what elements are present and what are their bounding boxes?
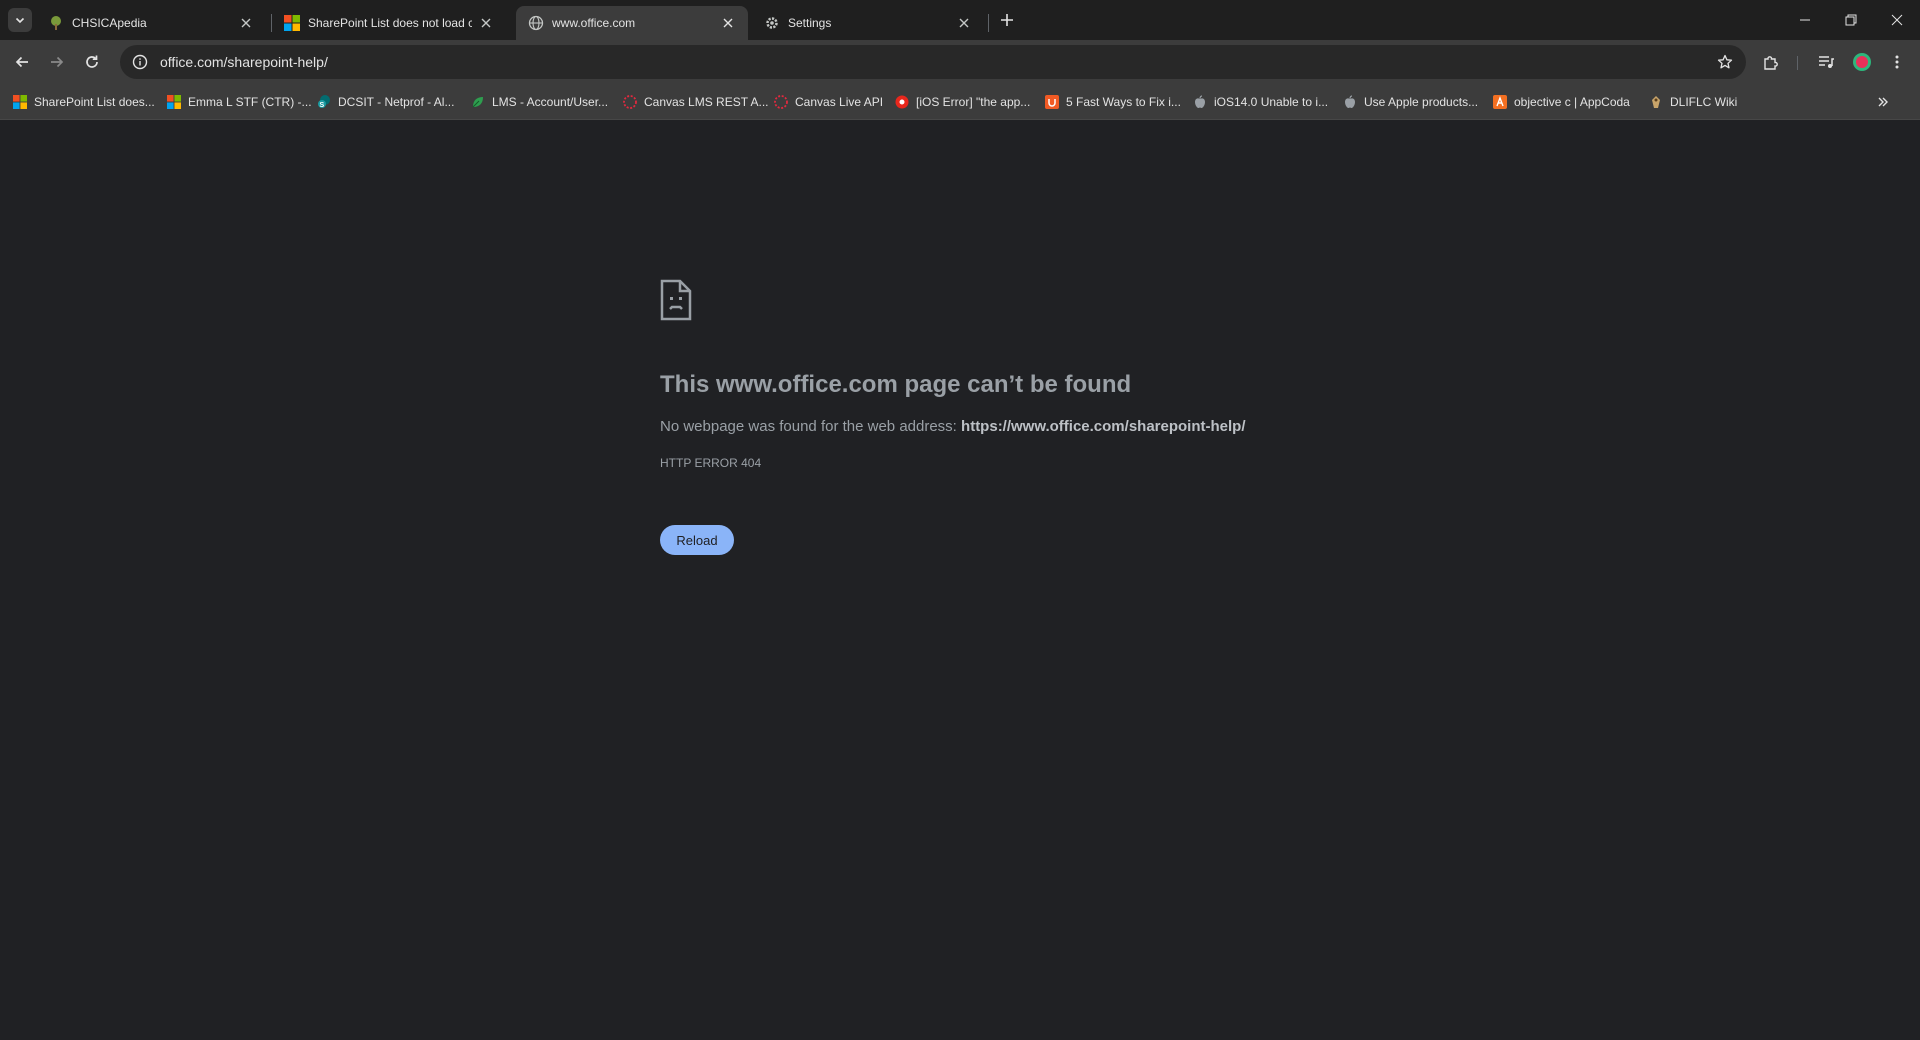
bookmark-item[interactable]: Canvas Live API: [773, 92, 883, 112]
tab-chsicapedia[interactable]: CHSICApedia: [36, 6, 266, 40]
tab-strip: CHSICApedia SharePoint List does not loa…: [0, 0, 1920, 40]
arrow-right-icon: [51, 56, 64, 68]
bookmark-label: Use Apple products...: [1364, 95, 1479, 109]
error-page: This www.office.com page can’t be found …: [0, 121, 1920, 1040]
puzzle-icon: [1764, 56, 1778, 70]
close-icon: [1891, 14, 1903, 26]
tab-title: CHSICApedia: [72, 16, 147, 30]
red-circle-icon: [894, 94, 910, 110]
forward-button[interactable]: [43, 48, 71, 76]
green-leaf-icon: [470, 94, 486, 110]
bookmarks-overflow-button[interactable]: [1872, 92, 1894, 112]
chevron-down-icon: [15, 17, 25, 24]
close-window-button[interactable]: [1874, 0, 1920, 40]
bookmarks-bar: SharePoint List does... Emma L STF (CTR)…: [0, 84, 1920, 120]
bookmark-item[interactable]: Use Apple products...: [1342, 92, 1478, 112]
close-icon[interactable]: [720, 15, 736, 31]
sharepoint-icon: S: [316, 94, 332, 110]
more-vertical-icon: [1895, 55, 1899, 69]
sad-page-icon: [660, 279, 692, 321]
profile-button[interactable]: [1848, 48, 1876, 76]
bookmark-label: DCSIT - Netprof - Al...: [338, 95, 455, 109]
bookmark-item[interactable]: SharePoint List does...: [12, 92, 155, 112]
bookmark-label: iOS14.0 Unable to i...: [1214, 95, 1329, 109]
tab-office[interactable]: www.office.com: [516, 6, 748, 40]
wiki-icon: [1648, 94, 1664, 110]
back-button[interactable]: [8, 48, 36, 76]
tab-divider: [988, 14, 989, 32]
bookmark-label: Canvas LMS REST A...: [644, 95, 769, 109]
queue-music-icon: [1819, 56, 1834, 68]
bookmark-label: 5 Fast Ways to Fix i...: [1066, 95, 1181, 109]
bookmark-label: DLIFLC Wiki: [1670, 95, 1738, 109]
bookmark-label: LMS - Account/User...: [492, 95, 609, 109]
extensions-button[interactable]: [1757, 48, 1785, 76]
microsoft-logo-icon: [284, 15, 300, 31]
bookmark-item[interactable]: objective c | AppCoda: [1492, 92, 1630, 112]
apple-icon: [1342, 94, 1358, 110]
bookmark-label: SharePoint List does...: [34, 95, 155, 109]
address-bar[interactable]: office.com/sharepoint-help/: [120, 45, 1746, 79]
tab-search-button[interactable]: [8, 8, 32, 32]
tree-icon: [48, 15, 64, 31]
profile-avatar-icon: [1853, 53, 1871, 71]
apple-icon: [1192, 94, 1208, 110]
close-icon[interactable]: [956, 15, 972, 31]
bookmark-item[interactable]: S DCSIT - Netprof - Al...: [316, 92, 454, 112]
tab-title: Settings: [788, 16, 832, 30]
tab-settings[interactable]: Settings: [752, 6, 984, 40]
restore-icon: [1845, 14, 1857, 26]
microsoft-logo-icon: [166, 94, 182, 110]
gear-icon: [764, 15, 780, 31]
bookmark-label: Emma L STF (CTR) -...: [188, 95, 312, 109]
minimize-button[interactable]: [1782, 0, 1828, 40]
svg-text:S: S: [320, 102, 325, 109]
new-tab-button[interactable]: [994, 8, 1020, 32]
bookmark-star-button[interactable]: [1714, 51, 1736, 73]
arrow-left-icon: [15, 56, 28, 68]
tab-sharepoint-list[interactable]: SharePoint List does not load co: [272, 6, 506, 40]
tab-title: www.office.com: [552, 16, 636, 30]
canvas-icon: [773, 94, 789, 110]
bookmark-item[interactable]: 5 Fast Ways to Fix i...: [1044, 92, 1181, 112]
refresh-icon: [86, 55, 98, 68]
error-code: HTTP ERROR 404: [660, 456, 762, 470]
plus-icon: [1001, 14, 1013, 26]
restore-button[interactable]: [1828, 0, 1874, 40]
address-bar-url[interactable]: office.com/sharepoint-help/: [160, 54, 328, 70]
close-icon[interactable]: [478, 15, 494, 31]
bookmark-item[interactable]: iOS14.0 Unable to i...: [1192, 92, 1328, 112]
error-url: https://www.office.com/sharepoint-help/: [961, 418, 1246, 435]
close-icon[interactable]: [238, 15, 254, 31]
bookmark-label: [iOS Error] "the app...: [916, 95, 1031, 109]
reload-page-button[interactable]: Reload: [660, 525, 734, 555]
globe-icon: [528, 15, 544, 31]
appcoda-icon: [1492, 94, 1508, 110]
bookmark-item[interactable]: DLIFLC Wiki: [1648, 92, 1737, 112]
bookmark-item[interactable]: Canvas LMS REST A...: [622, 92, 769, 112]
bookmark-item[interactable]: [iOS Error] "the app...: [894, 92, 1030, 112]
bookmark-label: Canvas Live API: [795, 95, 884, 109]
bookmark-label: objective c | AppCoda: [1514, 95, 1630, 109]
minimize-icon: [1800, 19, 1810, 21]
browser-toolbar: office.com/sharepoint-help/: [0, 40, 1920, 84]
media-controls-button[interactable]: [1812, 48, 1840, 76]
menu-button[interactable]: [1883, 48, 1911, 76]
error-title: This www.office.com page can’t be found: [660, 371, 1132, 398]
bookmark-item[interactable]: LMS - Account/User...: [470, 92, 608, 112]
error-description-text: No webpage was found for the web address…: [660, 418, 957, 435]
toolbar-divider: [1797, 56, 1798, 70]
error-description: No webpage was found for the web address…: [660, 418, 1246, 435]
double-chevron-right-icon: [1878, 97, 1888, 107]
tab-title: SharePoint List does not load co: [308, 16, 472, 30]
orange-badge-icon: [1044, 94, 1060, 110]
info-icon: [132, 54, 148, 70]
bookmark-item[interactable]: Emma L STF (CTR) -...: [166, 92, 312, 112]
microsoft-logo-icon: [12, 94, 28, 110]
canvas-icon: [622, 94, 638, 110]
site-info-button[interactable]: [124, 45, 156, 79]
star-icon: [1717, 54, 1733, 69]
reload-button[interactable]: [78, 48, 106, 76]
